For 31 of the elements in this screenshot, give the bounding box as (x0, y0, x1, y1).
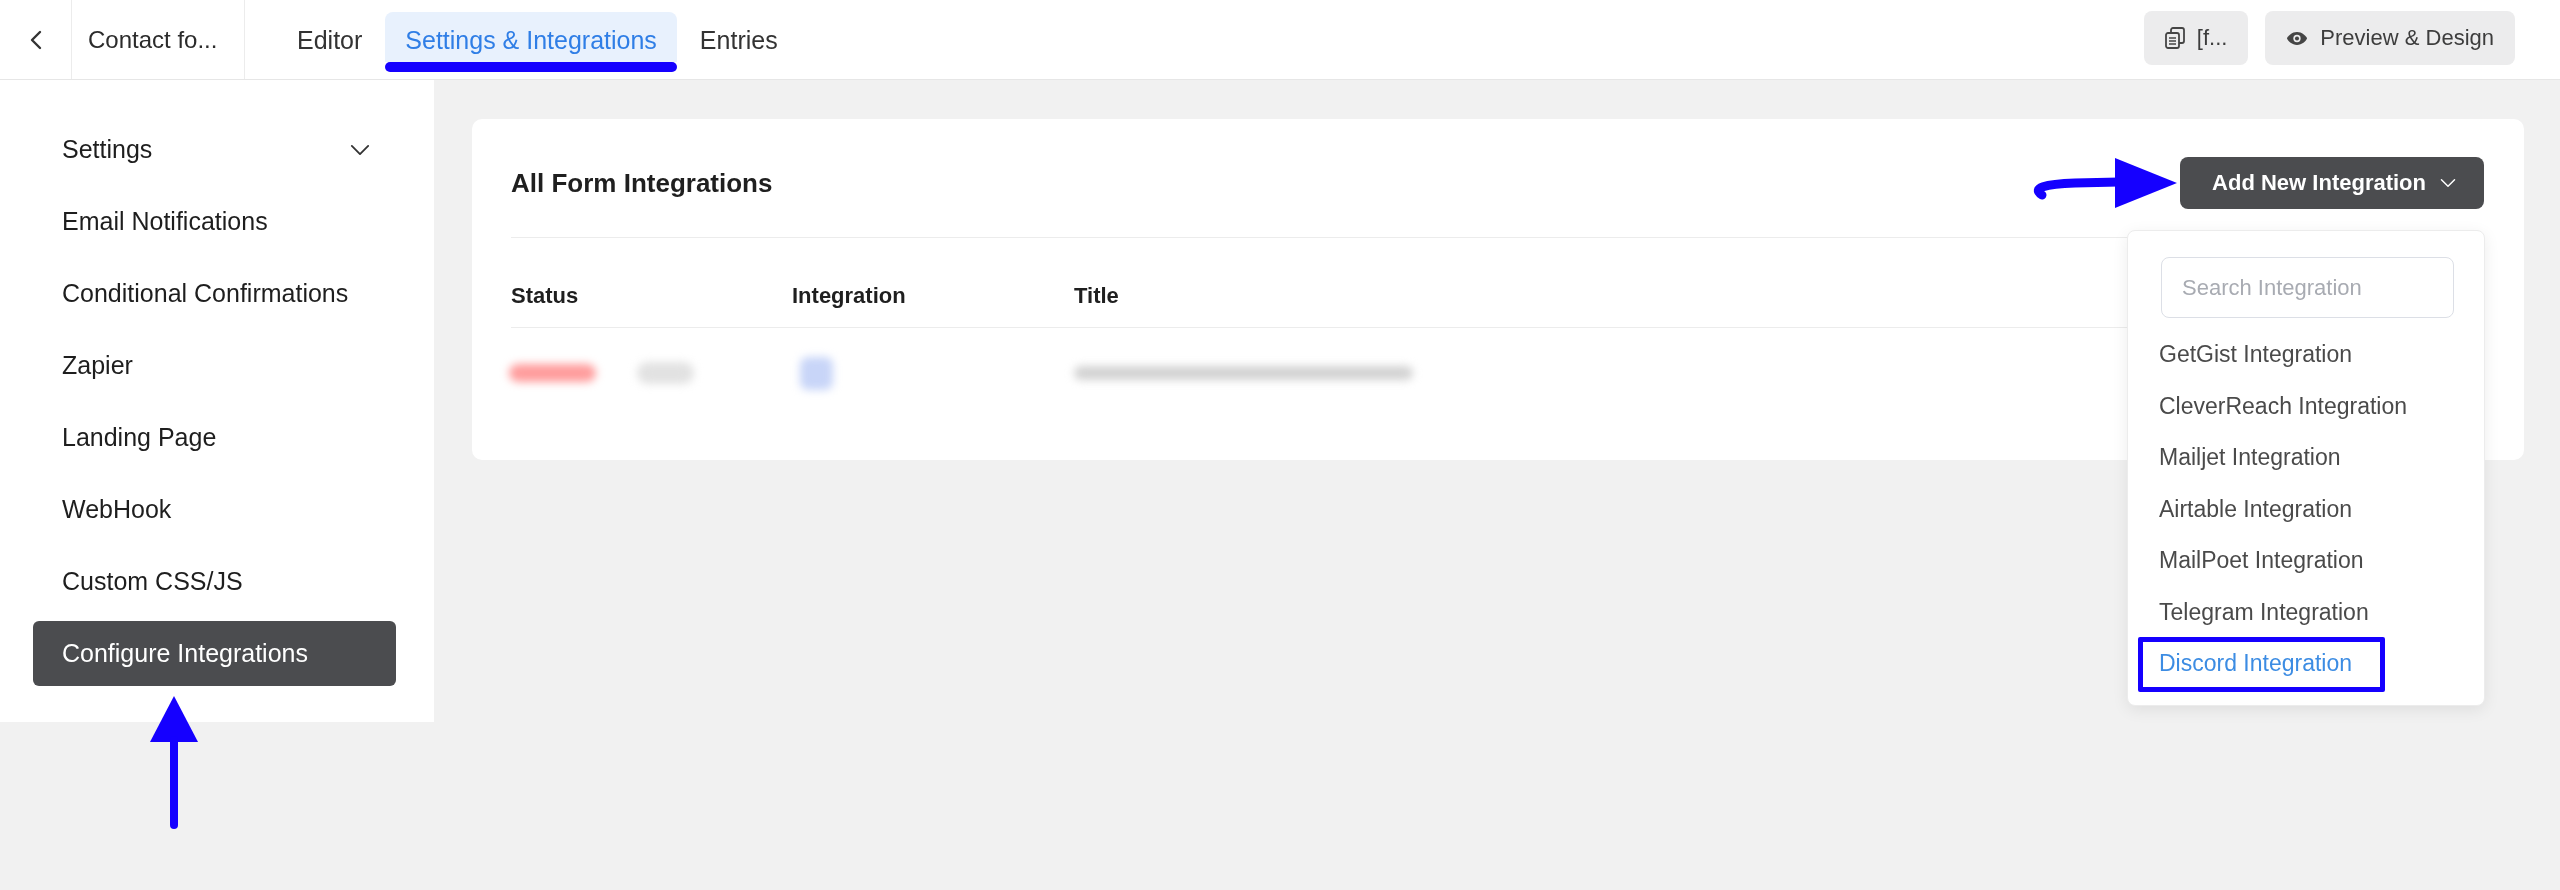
sidebar-item[interactable]: Email Notifications (33, 189, 396, 254)
chevron-down-icon (350, 143, 370, 156)
tab[interactable]: Entries (679, 12, 798, 62)
sidebar-item[interactable]: Custom CSS/JS (33, 549, 396, 614)
form-title: Contact fo... (88, 25, 218, 54)
menu-item[interactable]: MailPoet Integration (2128, 535, 2484, 587)
menu-item[interactable]: CleverReach Integration (2128, 380, 2484, 432)
eye-icon (2286, 30, 2309, 46)
menu-item[interactable]: Airtable Integration (2128, 483, 2484, 535)
sidebar-item[interactable]: Conditional Confirmations (33, 261, 396, 326)
sidebar-item[interactable]: Landing Page (33, 405, 396, 470)
tab[interactable]: Editor (277, 12, 383, 62)
search-field[interactable]: Search Integration (2161, 257, 2454, 318)
column-header: Title (1074, 283, 1119, 309)
preview-button[interactable]: Preview & Design (2265, 11, 2515, 65)
documents-icon (2164, 27, 2185, 49)
sidebar-item[interactable]: WebHook (33, 477, 396, 542)
menu-item[interactable]: Telegram Integration (2128, 586, 2484, 638)
sidebar-item[interactable]: Zapier (33, 333, 396, 398)
chevron-left-icon (29, 29, 42, 50)
column-header: Status (511, 283, 579, 309)
chevron-down-icon (2440, 178, 2456, 188)
tab[interactable]: Settings & Integrations (385, 12, 677, 62)
add-integration-button[interactable]: Add New Integration (2180, 157, 2484, 209)
sidebar-item[interactable]: Configure Integrations (33, 621, 396, 686)
shortcode-button[interactable]: [f... (2143, 11, 2249, 65)
menu-item[interactable]: Mailjet Integration (2128, 432, 2484, 484)
column-header: Integration (792, 283, 906, 309)
sidebar-item[interactable]: Settings (33, 117, 396, 182)
section-title: All Form Integrations (511, 167, 773, 199)
menu-item[interactable]: GetGist Integration (2128, 329, 2484, 381)
